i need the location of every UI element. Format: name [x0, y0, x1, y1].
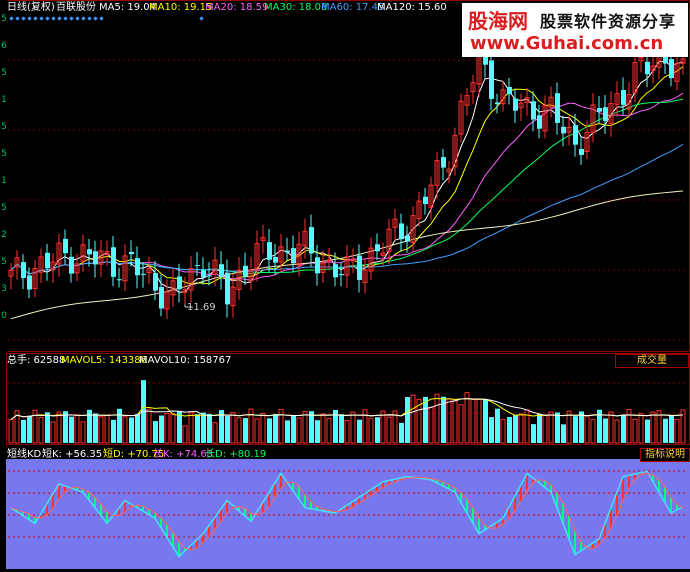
volume-total-label: 总手: 62588: [7, 355, 66, 366]
left-axis-char: 5: [1, 14, 7, 24]
low-price-annotation: 11.69: [187, 302, 216, 313]
long-d-label: 长D: +80.19: [205, 449, 267, 460]
kd-background: [6, 459, 690, 569]
left-axis-char: 1: [1, 95, 7, 105]
stock-name: 百联股份: [56, 2, 96, 13]
left-axis-char: 5: [1, 203, 7, 213]
short-k-label: 短K: +56.35: [42, 449, 103, 460]
ma5-label: MA5: 19.04: [99, 2, 157, 13]
ma20-label: MA20: 18.59: [205, 2, 269, 13]
ma30-label: MA30: 18.08: [264, 2, 328, 13]
mavol5-label: MAVOL5: 143386: [61, 355, 148, 366]
stock-chart-window: 5 6 5 1 5 5 1 5 2 5 3 0 日线(复权) 百联股份 MA5: 19.04 MA10…: [0, 0, 690, 572]
kd-indicator-chart[interactable]: [0, 447, 690, 571]
logo-tagline: 股票软件资源分享: [540, 12, 677, 31]
left-axis-char: 0: [1, 311, 7, 321]
ma10-label: MA10: 19.15: [149, 2, 213, 13]
left-axis-char: 3: [1, 284, 7, 294]
left-axis-char: 5: [1, 257, 7, 267]
guhai-logo: 股海网 股票软件资源分享 www.Guhai.com.cn: [462, 3, 688, 57]
left-axis-char: 5: [1, 122, 7, 132]
volume-button[interactable]: 成交量: [615, 354, 689, 368]
logo-brand: 股海网: [468, 9, 528, 33]
ma60-label: MA60: 17.45: [321, 2, 385, 13]
mavol10-label: MAVOL10: 158767: [139, 355, 232, 366]
ma120-label: MA120: 15.60: [377, 2, 447, 13]
kd-name-label: 短线KD: [7, 449, 42, 460]
left-axis-char: 6: [1, 41, 7, 51]
logo-url: www.Guhai.com.cn: [470, 33, 664, 54]
left-axis-char: 5: [1, 68, 7, 78]
left-axis-char: 1: [1, 176, 7, 186]
left-axis-char: 5: [1, 149, 7, 159]
period-label: 日线(复权): [7, 2, 55, 13]
indicator-help-button[interactable]: 指标说明: [640, 448, 690, 462]
left-axis-char: 2: [1, 230, 7, 240]
